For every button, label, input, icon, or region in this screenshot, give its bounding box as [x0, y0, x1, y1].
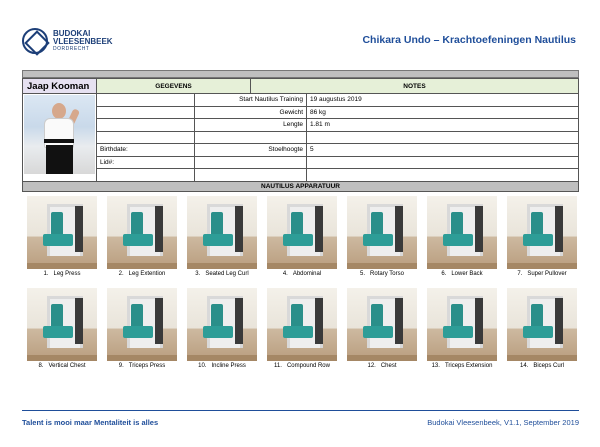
machine-name: Super Pullover: [527, 271, 567, 277]
member-photo-cell: [22, 93, 97, 182]
machine-number: 11.: [274, 363, 282, 369]
machine-photo: [427, 196, 497, 269]
club-emblem-icon: [22, 28, 48, 54]
machine-number: 4.: [282, 271, 288, 277]
machine-photo: [507, 288, 577, 361]
machine-name: Triceps Extension: [444, 363, 493, 369]
logo-line-3: DORDRECHT: [53, 45, 90, 52]
machine-number: 13.: [431, 363, 440, 369]
field-label-start: Start Nautilus Training: [193, 93, 308, 107]
machine-photo: [107, 288, 177, 361]
column-gegevens: GEGEVENS: [95, 78, 252, 94]
table-cell: [96, 130, 195, 144]
machine-card: 14. Biceps Curl: [507, 288, 577, 369]
logo-text: BUDOKAI VLEESENBEEK DORDRECHT: [53, 29, 113, 52]
machine-photo: [427, 288, 497, 361]
section-title: NAUTILUS APPARATUUR: [22, 181, 579, 192]
machine-card: 13. Triceps Extension: [427, 288, 497, 369]
machine-number: 9.: [118, 363, 124, 369]
field-value-seat-height: 5: [306, 143, 579, 157]
table-cell: [306, 130, 579, 144]
table-cell: [193, 168, 308, 182]
machine-photo: [27, 196, 97, 269]
table-cell: [193, 155, 308, 169]
machine-photo: [267, 196, 337, 269]
machine-number: 14.: [519, 363, 529, 369]
machine-name: Biceps Curl: [533, 363, 565, 369]
machine-name: Compound Row: [286, 363, 330, 369]
field-value-start: 19 augustus 2019: [306, 93, 579, 107]
machine-card: 2. Leg Extention: [107, 196, 177, 277]
machine-card: 5. Rotary Torso: [347, 196, 417, 277]
footer-rule: [22, 410, 579, 411]
field-label-weight: Gewicht: [193, 105, 308, 119]
table-cell: [96, 93, 195, 107]
machine-number: 2.: [118, 271, 124, 277]
machine-photo: [187, 196, 257, 269]
machine-card: 1. Leg Press: [27, 196, 97, 277]
machine-name: Rotary Torso: [370, 271, 404, 277]
machine-name: Leg Extention: [128, 271, 166, 277]
machine-card: 10. Incline Press: [187, 288, 257, 369]
machine-number: 1.: [43, 271, 49, 277]
field-value-weight: 86 kg: [306, 105, 579, 119]
machine-number: 12.: [367, 363, 376, 369]
machine-number: 5.: [360, 271, 366, 277]
machine-card: 6. Lower Back: [427, 196, 497, 277]
machine-card: 4. Abdominal: [267, 196, 337, 277]
machine-photo: [507, 196, 577, 269]
member-name: Jaap Kooman: [22, 78, 97, 94]
machine-photo: [347, 196, 417, 269]
table-cell: [96, 168, 195, 182]
document-title: Chikara Undo – Krachtoefeningen Nautilus: [362, 34, 576, 46]
machine-name: Vertical Chest: [48, 363, 86, 369]
machine-name: Lower Back: [451, 271, 483, 277]
birthdate-label: Birthdate:: [96, 143, 195, 157]
column-notes: NOTES: [250, 78, 579, 94]
lid-label: Lid#:: [96, 155, 195, 169]
machine-card: 11. Compound Row: [267, 288, 337, 369]
machine-card: 3. Seated Leg Curl: [187, 196, 257, 277]
machine-number: 6.: [441, 271, 447, 277]
table-cell: [193, 130, 308, 144]
machine-name: Seated Leg Curl: [205, 271, 249, 277]
machine-card: 9. Triceps Press: [107, 288, 177, 369]
club-logo: BUDOKAI VLEESENBEEK DORDRECHT: [22, 24, 142, 58]
table-cell: [96, 105, 195, 119]
machine-name: Incline Press: [211, 363, 246, 369]
machine-name: Leg Press: [53, 271, 81, 277]
machine-photo: [107, 196, 177, 269]
footer-version: Budokai Vleesenbeek, V1.1, September 201…: [427, 418, 579, 427]
machine-number: 7.: [517, 271, 523, 277]
machine-card: 8. Vertical Chest: [27, 288, 97, 369]
machine-photo: [267, 288, 337, 361]
machine-card: 7. Super Pullover: [507, 196, 577, 277]
machine-card: 12. Chest: [347, 288, 417, 369]
member-info-table: Jaap Kooman GEGEVENS NOTES Start Nautilu…: [22, 70, 579, 192]
table-top-bar: [22, 70, 579, 78]
field-label-seat-height: Stoelhoogte: [193, 143, 308, 157]
table-cell: [96, 118, 195, 132]
machine-number: 8.: [38, 363, 44, 369]
machine-number: 10.: [198, 363, 207, 369]
member-photo: [24, 95, 95, 174]
machine-photo: [27, 288, 97, 361]
machine-name: Chest: [380, 363, 397, 369]
table-cell: [306, 155, 579, 169]
table-cell: [306, 168, 579, 182]
machine-name: Triceps Press: [128, 363, 166, 369]
machine-name: Abdominal: [292, 271, 322, 277]
page-header: BUDOKAI VLEESENBEEK DORDRECHT Chikara Un…: [22, 24, 582, 58]
machine-photo: [187, 288, 257, 361]
field-label-height: Lengte: [193, 118, 308, 132]
footer-slogan: Talent is mooi maar Mentaliteit is alles: [22, 418, 159, 427]
machine-number: 3.: [195, 271, 201, 277]
field-value-height: 1.81 m: [306, 118, 579, 132]
machine-photo: [347, 288, 417, 361]
